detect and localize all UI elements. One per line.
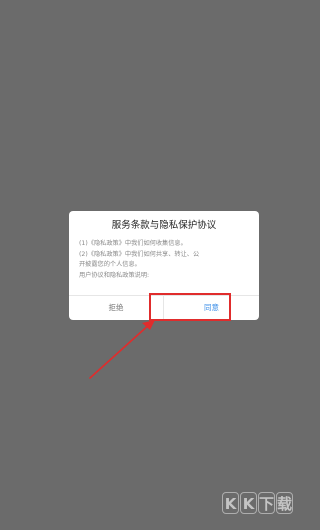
dialog-body-line: 开披露您的个人信息。 [79,261,141,269]
dialog-body-line: 用户协议和隐私政策说明: [79,271,150,279]
agree-button-highlight [149,293,231,321]
dialog-body-line: (1)《隐私政策》中我们如何收集信息。 [79,240,187,247]
watermark-char: K [222,492,239,514]
site-watermark: K K 下 载 [222,486,293,520]
dialog-body-line: (2)《隐私政策》中我们如何共享、转让、公 [79,250,200,258]
watermark-char: 载 [276,492,293,514]
watermark-char: 下 [258,492,275,514]
dialog-body: (1)《隐私政策》中我们如何收集信息。 (2)《隐私政策》中我们如何共享、转让、… [79,239,251,281]
dialog-title: 服务条款与隐私保护协议 [111,220,217,231]
watermark-char: K [240,492,257,514]
